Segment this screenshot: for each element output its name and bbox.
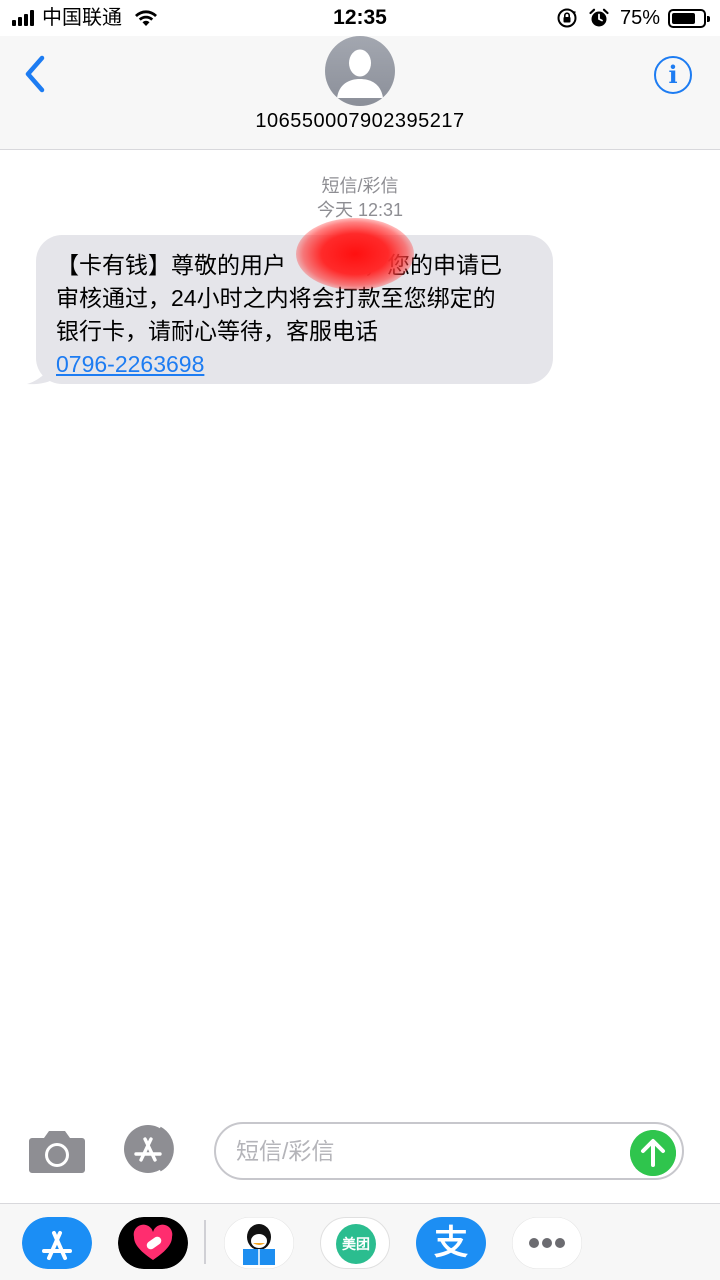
alipay-label: 支 bbox=[434, 1224, 468, 1262]
alarm-icon bbox=[589, 8, 609, 27]
back-chevron-icon[interactable] bbox=[18, 52, 52, 96]
incoming-message-bubble[interactable]: 【卡有钱】尊敬的用户 ，您的申请已 审核通过，24小时之内将会打款至您绑定的 银行… bbox=[36, 235, 553, 384]
contact-avatar[interactable] bbox=[325, 36, 395, 106]
app-store-icon[interactable] bbox=[122, 1124, 184, 1174]
rotation-lock-icon bbox=[557, 8, 577, 28]
contact-number[interactable]: 10655000790​2395217 bbox=[0, 110, 720, 133]
redaction-scribble bbox=[296, 218, 414, 290]
send-arrow-icon[interactable] bbox=[630, 1130, 676, 1176]
phone-number-link[interactable]: 0796-2263698 bbox=[56, 351, 204, 377]
person-silhouette-icon bbox=[337, 49, 383, 98]
more-apps-icon[interactable] bbox=[512, 1217, 582, 1269]
info-icon[interactable]: i bbox=[654, 56, 692, 94]
meituan-app-icon[interactable]: 美团 bbox=[320, 1217, 390, 1269]
qq-reading-app-icon[interactable] bbox=[224, 1217, 294, 1269]
message-line-2: 审核通过，24小时之内将会打款至您绑定的 bbox=[56, 285, 496, 311]
conversation-header: 10655000790​2395217 i bbox=[0, 36, 720, 150]
imessage-app-drawer: 美团 支 bbox=[0, 1203, 720, 1280]
status-bar: 中国联通 12:35 75% bbox=[0, 0, 720, 36]
camera-icon[interactable] bbox=[28, 1128, 86, 1174]
message-text-part: 【卡有钱】尊敬的用户 bbox=[56, 252, 286, 278]
meituan-label: 美团 bbox=[336, 1224, 376, 1264]
drawer-divider bbox=[204, 1220, 206, 1264]
status-right: 75% bbox=[556, 6, 710, 30]
message-line-3: 银行卡，请耐心等待，客服电话 bbox=[56, 318, 378, 344]
digital-touch-heart-icon[interactable] bbox=[118, 1217, 188, 1269]
compose-bar bbox=[0, 1110, 720, 1200]
battery-icon bbox=[668, 8, 710, 28]
message-type-label: 短信/彩信 bbox=[321, 176, 399, 196]
message-input[interactable] bbox=[214, 1122, 684, 1180]
alipay-app-icon[interactable]: 支 bbox=[416, 1217, 486, 1269]
battery-fill bbox=[672, 12, 695, 24]
battery-percent: 75% bbox=[619, 6, 660, 29]
app-store-app-icon[interactable] bbox=[22, 1217, 92, 1269]
